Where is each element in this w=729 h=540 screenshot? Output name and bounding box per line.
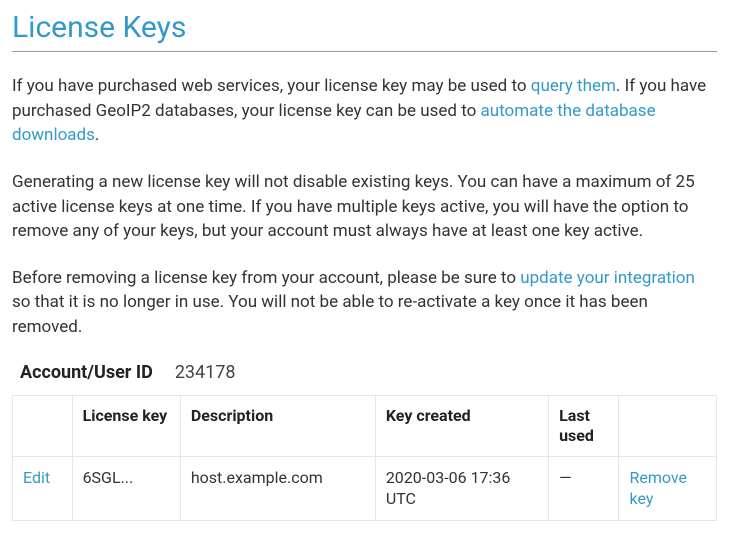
column-header-last-used: Last used (549, 395, 619, 456)
update-integration-link[interactable]: update your integration (520, 268, 695, 288)
page-title: License Keys (12, 10, 717, 52)
query-them-link[interactable]: query them (531, 76, 616, 96)
intro-paragraph-3: Before removing a license key from your … (12, 266, 717, 340)
column-header-remove (619, 395, 717, 456)
intro-paragraph-1: If you have purchased web services, your… (12, 74, 717, 148)
column-header-edit (13, 395, 73, 456)
table-header-row: License key Description Key created Last… (13, 395, 717, 456)
table-row: Edit 6SGL... host.example.com 2020-03-06… (13, 456, 717, 520)
column-header-key-created: Key created (375, 395, 548, 456)
intro-text-1a: If you have purchased web services, your… (12, 76, 531, 96)
intro-text-3b: so that it is no longer in use. You will… (12, 292, 648, 337)
license-keys-table: License key Description Key created Last… (12, 395, 717, 521)
cell-key-created: 2020-03-06 17:36 UTC (375, 456, 548, 520)
intro-paragraph-2: Generating a new license key will not di… (12, 170, 717, 244)
column-header-license-key: License key (72, 395, 180, 456)
cell-description: host.example.com (180, 456, 375, 520)
cell-license-key: 6SGL... (72, 456, 180, 520)
intro-text-1c: . (95, 125, 99, 145)
edit-link[interactable]: Edit (23, 468, 50, 487)
account-value: 234178 (175, 362, 236, 383)
remove-key-link[interactable]: Remove key (629, 468, 687, 509)
account-label: Account/User ID (20, 362, 153, 383)
cell-last-used: — (549, 456, 619, 520)
column-header-description: Description (180, 395, 375, 456)
account-user-id-row: Account/User ID 234178 (20, 362, 717, 383)
intro-text-3a: Before removing a license key from your … (12, 268, 520, 288)
